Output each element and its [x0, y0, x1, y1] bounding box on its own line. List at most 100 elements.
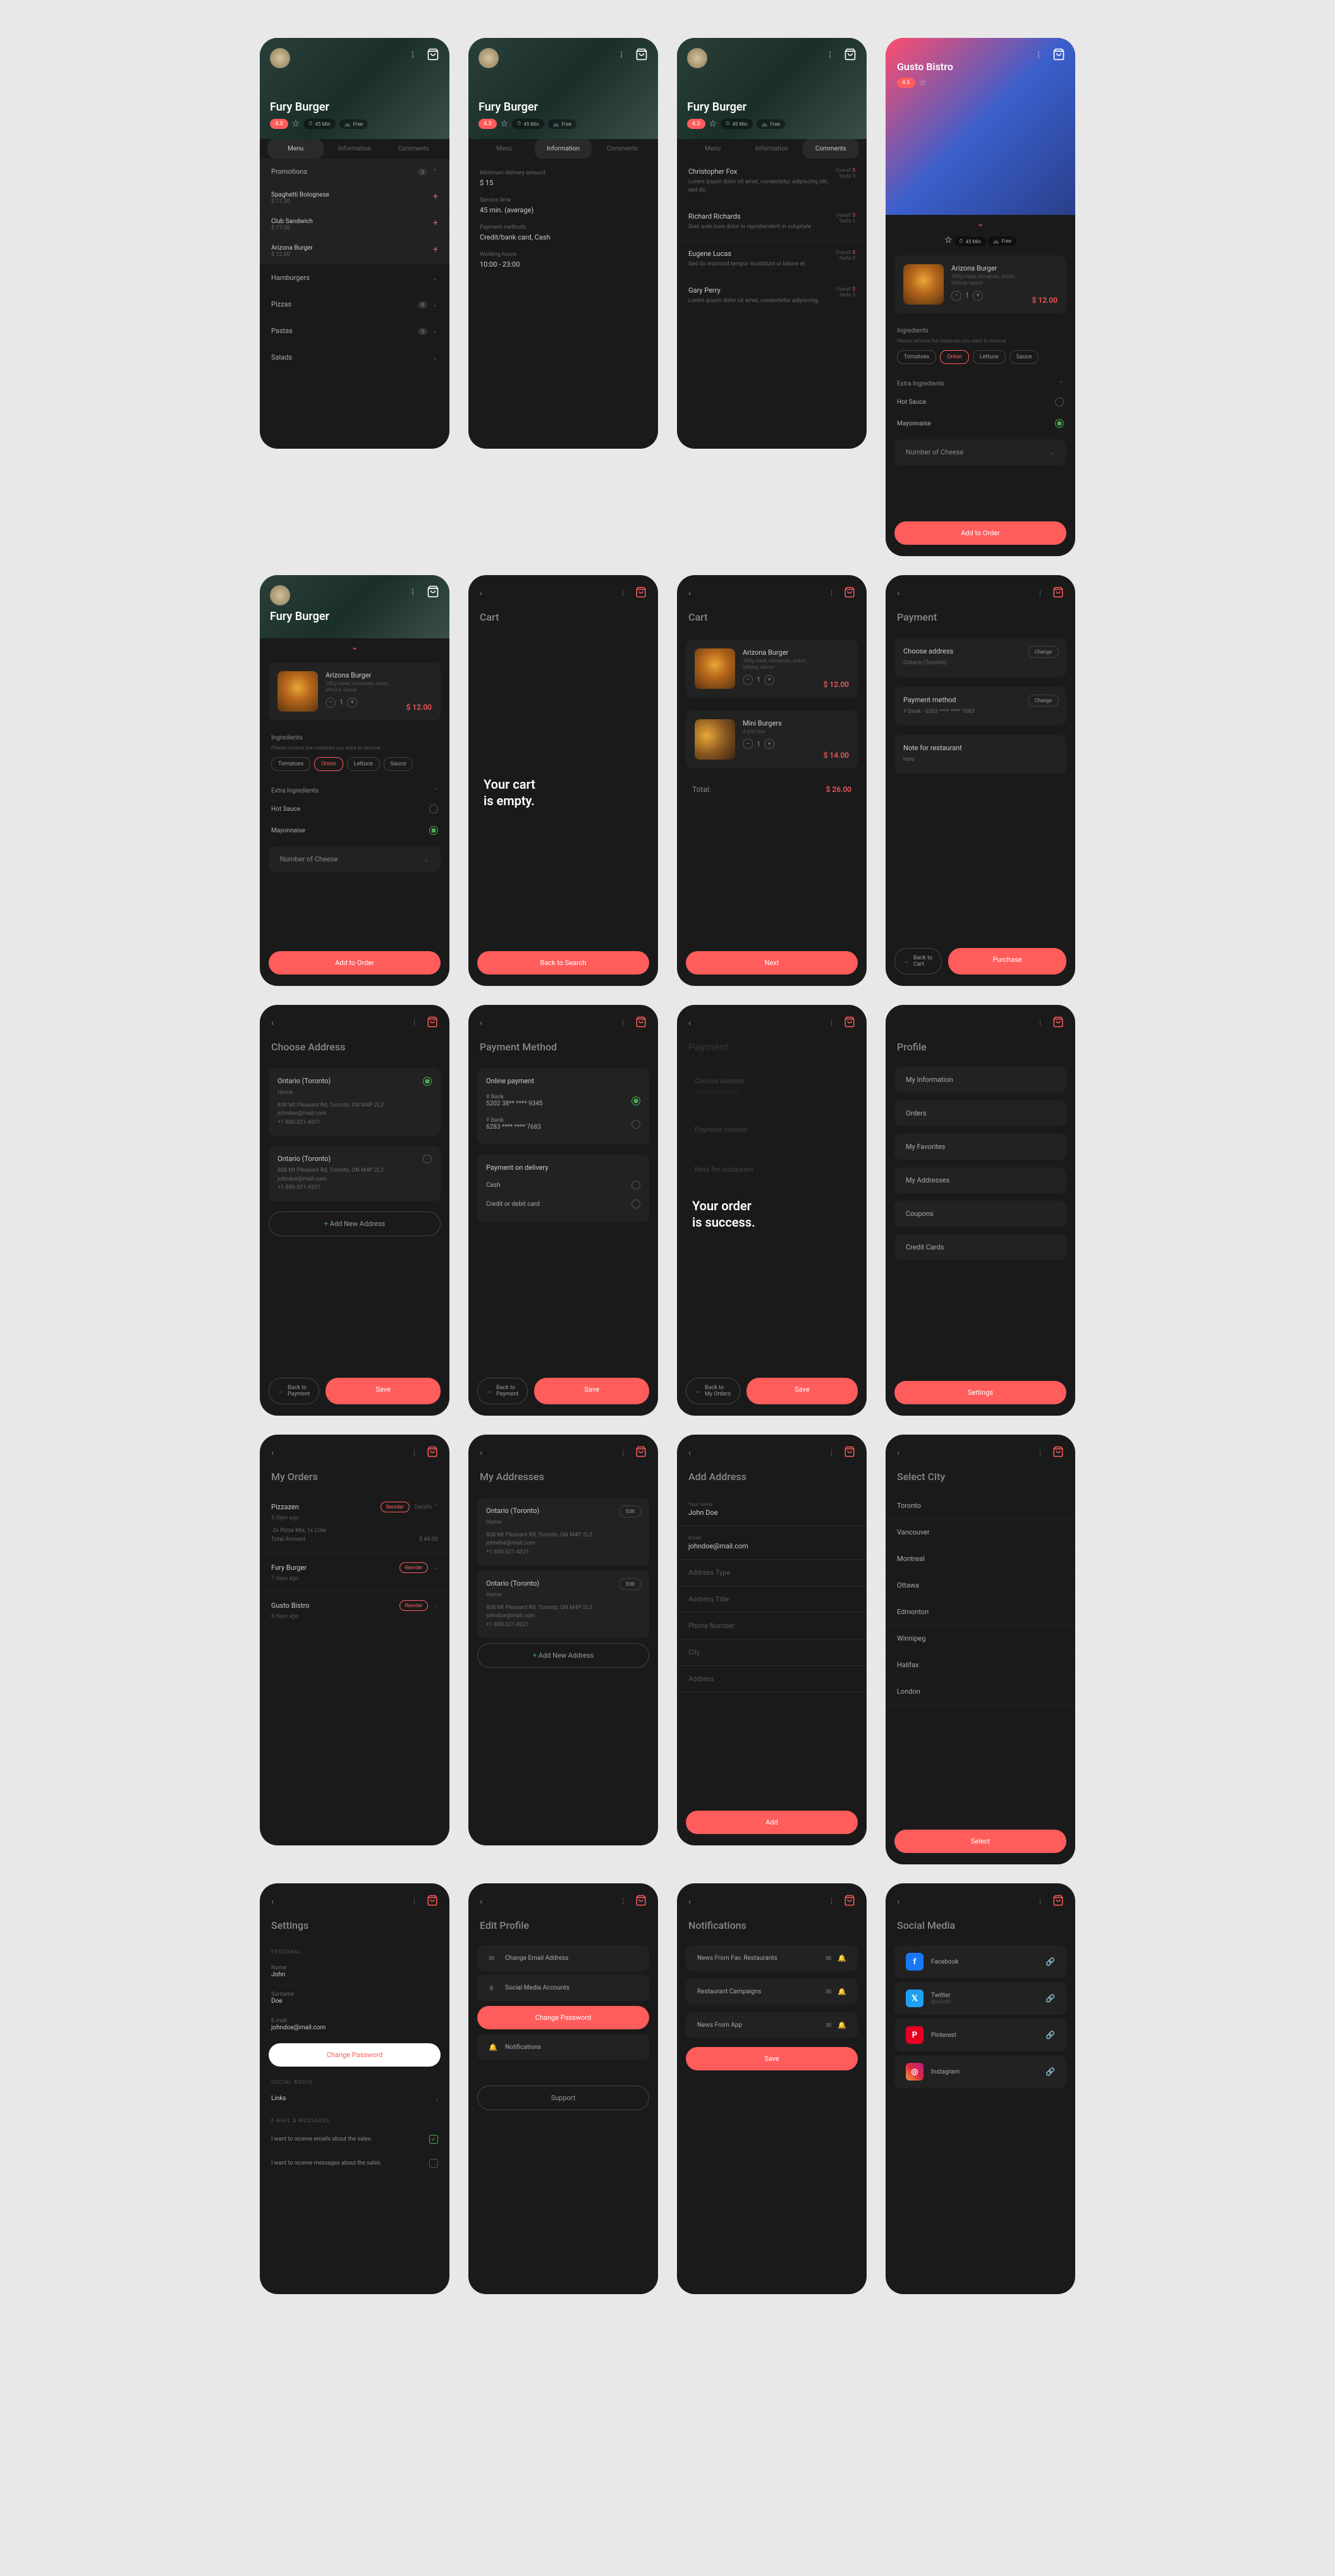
next-button[interactable]: Next: [686, 951, 858, 975]
name-input[interactable]: Your nameJohn Doe: [677, 1493, 867, 1526]
add-to-order-button[interactable]: Add to Order: [894, 521, 1066, 545]
back-icon[interactable]: ‹: [271, 1448, 274, 1458]
plus-button[interactable]: +: [764, 675, 774, 685]
city-option[interactable]: Ottawa: [886, 1572, 1075, 1599]
details-toggle[interactable]: ⌄: [433, 1565, 438, 1571]
add-button[interactable]: Add: [686, 1811, 858, 1834]
more-icon[interactable]: ⋮: [1037, 589, 1044, 597]
bag-icon[interactable]: [635, 1446, 647, 1459]
menu-item[interactable]: Club Sandwich$ 17.00+: [260, 212, 449, 238]
extra-row[interactable]: Hot Sauce: [886, 391, 1075, 413]
back-icon[interactable]: ‹: [688, 1897, 691, 1907]
email-input[interactable]: Emailjohndoe@mail.com: [677, 1526, 867, 1560]
plus-button[interactable]: +: [973, 291, 983, 301]
bag-icon[interactable]: [427, 1895, 438, 1908]
city-option[interactable]: Vancouver: [886, 1519, 1075, 1546]
bag-icon[interactable]: [1052, 1016, 1064, 1030]
minus-button[interactable]: −: [743, 739, 753, 749]
back-icon[interactable]: ‹: [480, 1897, 482, 1907]
credit-option[interactable]: Credit or debit card: [486, 1194, 640, 1213]
bag-icon[interactable]: [844, 586, 855, 600]
more-icon[interactable]: ⋮: [406, 585, 419, 598]
cheese-quantity[interactable]: Number of Cheese⌄: [269, 846, 441, 872]
email-pref[interactable]: I want to receive emails about the sales…: [260, 2127, 449, 2151]
bag-icon[interactable]: [844, 1016, 855, 1030]
cash-option[interactable]: Cash: [486, 1176, 640, 1194]
address-card[interactable]: Ontario (Toronto) 808 Mt Pleasant Rd, To…: [269, 1146, 441, 1201]
bag-icon[interactable]: [427, 48, 439, 61]
back-icon[interactable]: ‹: [688, 1448, 691, 1458]
ingredient-chip[interactable]: Tomatoes: [897, 350, 936, 364]
social-account[interactable]: PPinterest🔗: [894, 2019, 1066, 2051]
plus-button[interactable]: +: [347, 698, 357, 708]
bag-icon[interactable]: [1052, 586, 1064, 600]
bag-icon[interactable]: [635, 1016, 647, 1030]
favorite-icon[interactable]: ☆: [944, 235, 953, 245]
more-icon[interactable]: ⋮: [1037, 1449, 1044, 1457]
chevron-up-icon[interactable]: ⌃: [1059, 380, 1064, 387]
profile-row[interactable]: My Information: [894, 1067, 1066, 1093]
bag-icon[interactable]: [1052, 48, 1065, 61]
back-icon[interactable]: ‹: [897, 1448, 899, 1458]
card-option[interactable]: Y Bank6283 **** **** 7683: [486, 1112, 640, 1136]
back-icon[interactable]: ‹: [480, 588, 482, 598]
add-new-address-button[interactable]: + Add New Address: [477, 1643, 649, 1668]
menu-item[interactable]: Arizona Burger$ 12.00+: [260, 238, 449, 265]
bag-icon[interactable]: [635, 48, 648, 61]
save-button[interactable]: Save: [534, 1378, 649, 1404]
favorite-icon[interactable]: ☆: [919, 78, 927, 88]
address-card[interactable]: Ontario (Toronto) Home 808 Mt Pleasant R…: [269, 1068, 441, 1136]
message-pref[interactable]: I want to receive messages about the sal…: [260, 2151, 449, 2175]
city-input[interactable]: City: [677, 1639, 867, 1666]
more-icon[interactable]: ⋮: [1037, 1019, 1044, 1027]
back-icon[interactable]: ‹: [480, 1448, 482, 1458]
bag-icon[interactable]: [1052, 1895, 1064, 1908]
more-icon[interactable]: ⋮: [619, 1449, 626, 1457]
select-button[interactable]: Select: [894, 1830, 1066, 1853]
change-email-row[interactable]: ✉Change Email Address: [477, 1945, 649, 1971]
category-salads[interactable]: Salads⌄: [260, 344, 449, 371]
more-icon[interactable]: ⋮: [406, 48, 419, 61]
details-toggle[interactable]: ⌄: [433, 1603, 438, 1609]
minus-button[interactable]: −: [326, 698, 336, 708]
category-pastas[interactable]: Pastas5⌄: [260, 318, 449, 344]
tab-comments[interactable]: Comments: [386, 139, 442, 159]
address-input[interactable]: Address: [677, 1666, 867, 1692]
back-to-orders-button[interactable]: ←Back to My Orders: [686, 1378, 740, 1404]
category-promotions[interactable]: Promotions 3⌃: [260, 159, 449, 185]
chevron-up-icon[interactable]: ⌃: [433, 787, 438, 794]
bag-icon[interactable]: [635, 1895, 647, 1908]
back-to-payment-button[interactable]: ←Back to Payment: [269, 1378, 319, 1404]
purchase-button[interactable]: Purchase: [948, 948, 1066, 975]
social-links-row[interactable]: Links›: [260, 2089, 449, 2110]
details-toggle[interactable]: Details ⌃: [415, 1504, 438, 1510]
more-icon[interactable]: ⋮: [615, 48, 628, 61]
more-icon[interactable]: ⋮: [828, 1897, 835, 1905]
tab-menu[interactable]: Menu: [476, 139, 532, 159]
add-icon[interactable]: +: [433, 218, 438, 231]
add-to-order-button[interactable]: Add to Order: [269, 951, 441, 975]
city-option[interactable]: Edmonton: [886, 1599, 1075, 1625]
tab-information[interactable]: Information: [535, 139, 591, 159]
favorite-icon[interactable]: ☆: [501, 119, 509, 129]
favorite-icon[interactable]: ☆: [292, 119, 300, 129]
bag-icon[interactable]: [1052, 1446, 1064, 1459]
more-icon[interactable]: ⋮: [824, 48, 836, 61]
social-account[interactable]: fFacebook🔗: [894, 1945, 1066, 1978]
address-type-input[interactable]: Address Type: [677, 1560, 867, 1586]
ingredient-chip[interactable]: Onion: [940, 350, 968, 364]
note-field[interactable]: Note for restaurant here: [894, 735, 1066, 774]
more-icon[interactable]: ⋮: [1037, 1897, 1044, 1905]
back-icon[interactable]: ‹: [271, 1897, 274, 1907]
support-button[interactable]: Support: [477, 2086, 649, 2110]
back-icon[interactable]: ‹: [897, 588, 899, 598]
more-icon[interactable]: ⋮: [411, 1019, 418, 1027]
change-password-button[interactable]: Change Password: [477, 2006, 649, 2029]
phone-input[interactable]: Phone Number: [677, 1613, 867, 1639]
ingredient-chip[interactable]: Sauce: [1009, 350, 1039, 364]
card-option[interactable]: X Bank5202 38** **** 9345: [486, 1089, 640, 1112]
minus-button[interactable]: −: [743, 675, 753, 685]
back-button[interactable]: ←Back to Payment: [477, 1378, 528, 1404]
change-password-button[interactable]: Change Password: [269, 2043, 441, 2067]
favorite-icon[interactable]: ☆: [709, 119, 717, 129]
